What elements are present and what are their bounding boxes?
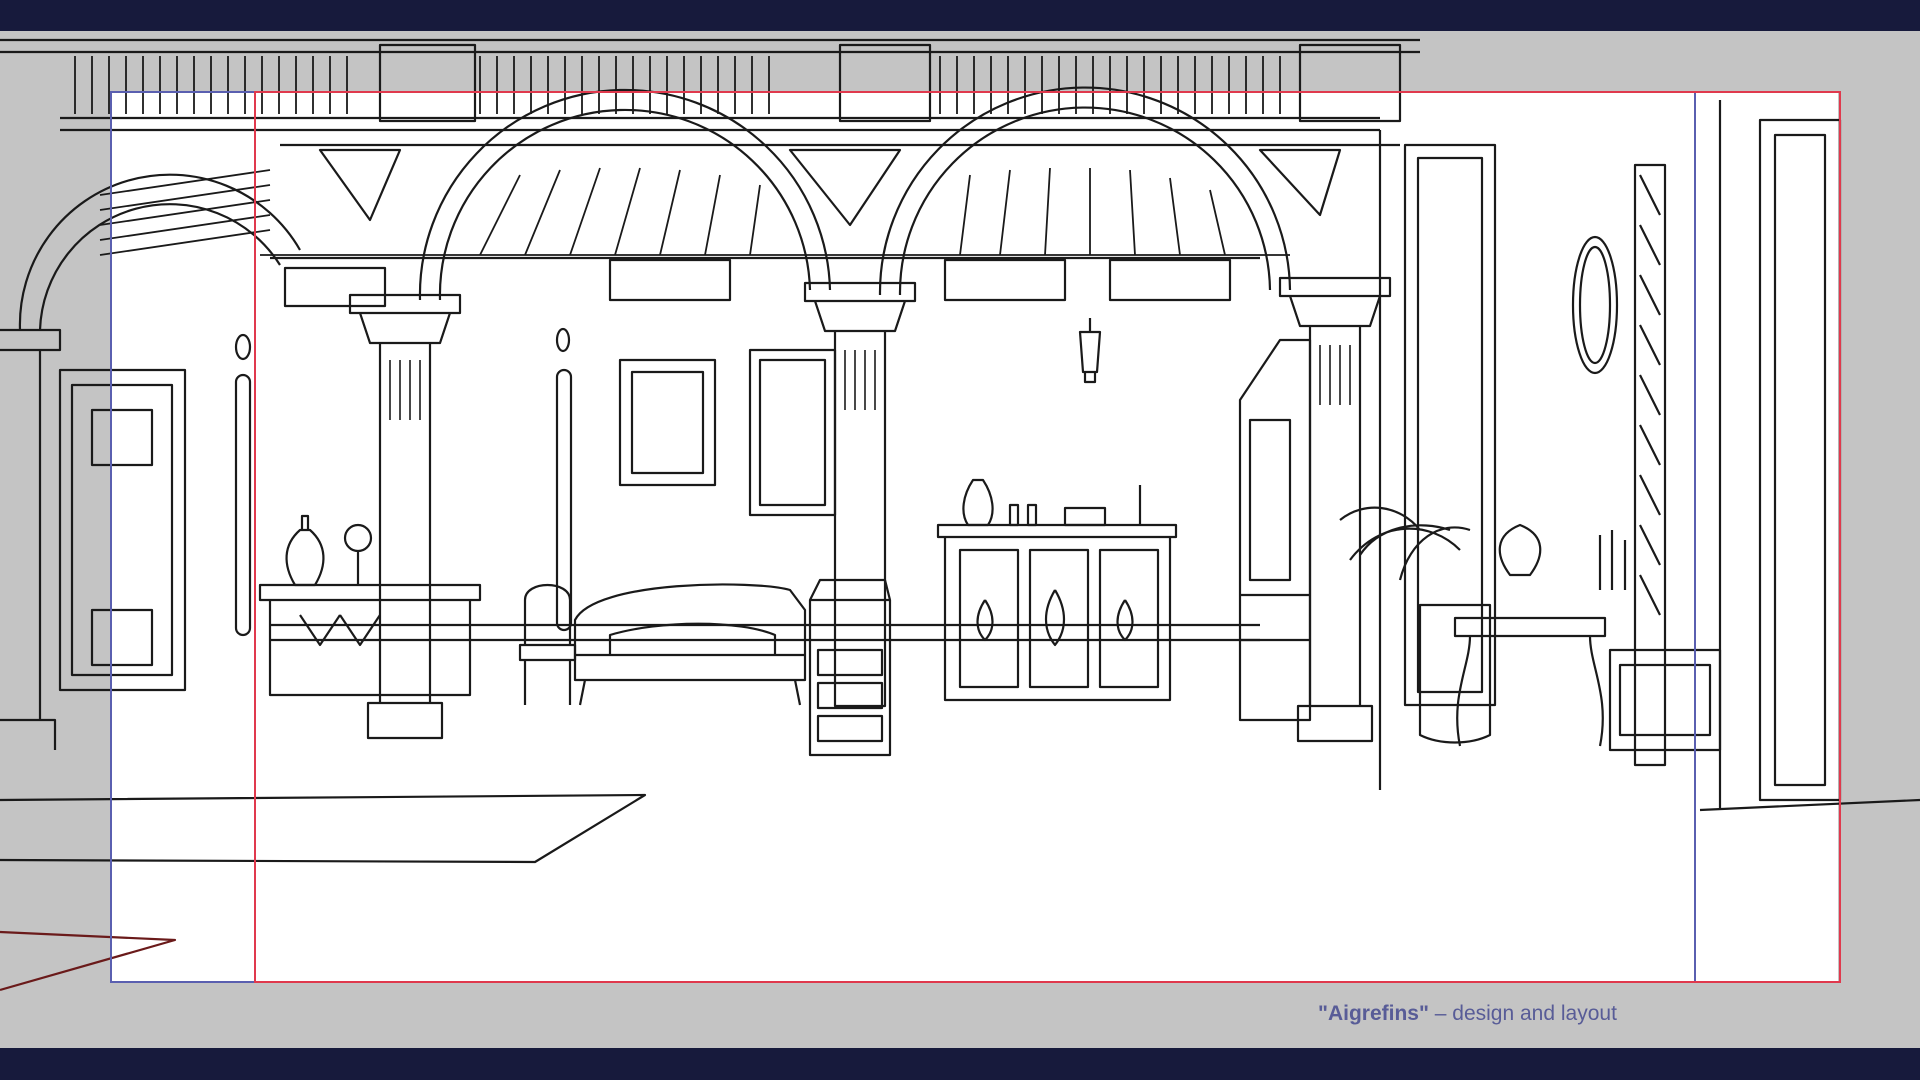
layout-drawing — [0, 31, 1920, 992]
top-letterbox-bar — [0, 0, 1920, 31]
caption: "Aigrefins" – design and layout — [1318, 1002, 1617, 1026]
caption-subtitle: – design and layout — [1428, 1002, 1617, 1025]
right-outside-region — [1838, 31, 1920, 982]
caption-title: "Aigrefins" — [1318, 1002, 1429, 1025]
left-outside-region — [0, 31, 111, 982]
bottom-letterbox-bar — [0, 1048, 1920, 1080]
